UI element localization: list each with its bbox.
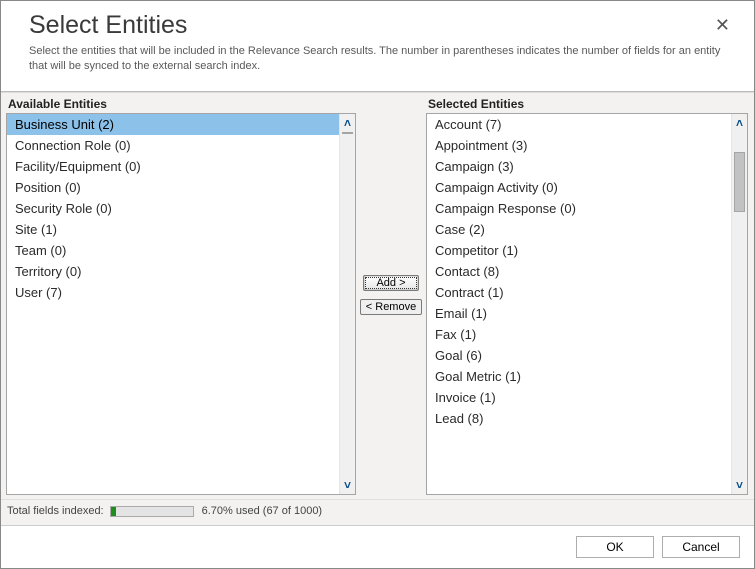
available-entities-label: Available Entities xyxy=(6,95,356,113)
list-item[interactable]: Goal (6) xyxy=(427,345,731,366)
list-item[interactable]: Security Role (0) xyxy=(7,198,339,219)
select-entities-dialog: ✕ Select Entities Select the entities th… xyxy=(0,0,755,569)
available-scrollbar[interactable]: ˄ ˅ xyxy=(339,114,355,494)
list-item[interactable]: Position (0) xyxy=(7,177,339,198)
dialog-body: Available Entities Business Unit (2)Conn… xyxy=(1,92,754,499)
ok-button[interactable]: OK xyxy=(576,536,654,558)
list-item[interactable]: Email (1) xyxy=(427,303,731,324)
transfer-buttons: Add > < Remove xyxy=(356,93,426,499)
scroll-track[interactable] xyxy=(340,132,355,476)
selected-entities-items: Account (7)Appointment (3)Campaign (3)Ca… xyxy=(427,114,731,494)
list-item[interactable]: Fax (1) xyxy=(427,324,731,345)
list-item[interactable]: Case (2) xyxy=(427,219,731,240)
list-item[interactable]: Site (1) xyxy=(7,219,339,240)
selected-column: Selected Entities Account (7)Appointment… xyxy=(426,93,754,499)
scroll-down-icon[interactable]: ˅ xyxy=(344,476,351,494)
list-item[interactable]: Lead (8) xyxy=(427,408,731,429)
scroll-track[interactable] xyxy=(732,132,747,476)
list-item[interactable]: Contact (8) xyxy=(427,261,731,282)
list-item[interactable]: User (7) xyxy=(7,282,339,303)
list-item[interactable]: Campaign (3) xyxy=(427,156,731,177)
available-entities-list[interactable]: Business Unit (2)Connection Role (0)Faci… xyxy=(6,113,356,495)
dialog-header: Select Entities Select the entities that… xyxy=(1,1,754,81)
list-item[interactable]: Contract (1) xyxy=(427,282,731,303)
scroll-thumb[interactable] xyxy=(734,152,745,212)
selected-scrollbar[interactable]: ˄ ˅ xyxy=(731,114,747,494)
progress-fill xyxy=(111,507,116,516)
available-entities-items: Business Unit (2)Connection Role (0)Faci… xyxy=(7,114,339,494)
list-item[interactable]: Account (7) xyxy=(427,114,731,135)
list-item[interactable]: Team (0) xyxy=(7,240,339,261)
indexed-progress xyxy=(110,506,194,517)
list-item[interactable]: Invoice (1) xyxy=(427,387,731,408)
list-item[interactable]: Territory (0) xyxy=(7,261,339,282)
list-item[interactable]: Appointment (3) xyxy=(427,135,731,156)
remove-button[interactable]: < Remove xyxy=(360,299,422,315)
list-item[interactable]: Campaign Response (0) xyxy=(427,198,731,219)
list-item[interactable]: Campaign Activity (0) xyxy=(427,177,731,198)
list-item[interactable]: Goal Metric (1) xyxy=(427,366,731,387)
list-item[interactable]: Facility/Equipment (0) xyxy=(7,156,339,177)
selected-entities-list[interactable]: Account (7)Appointment (3)Campaign (3)Ca… xyxy=(426,113,748,495)
list-item[interactable]: Connection Role (0) xyxy=(7,135,339,156)
status-label: Total fields indexed: xyxy=(7,505,104,517)
scroll-up-icon[interactable]: ˄ xyxy=(736,114,743,132)
selected-entities-label: Selected Entities xyxy=(426,95,748,113)
scroll-up-icon[interactable]: ˄ xyxy=(344,114,351,132)
available-column: Available Entities Business Unit (2)Conn… xyxy=(1,93,356,499)
add-button[interactable]: Add > xyxy=(363,275,419,291)
scroll-thumb[interactable] xyxy=(342,132,353,134)
dialog-footer: OK Cancel xyxy=(1,525,754,568)
status-bar: Total fields indexed: 6.70% used (67 of … xyxy=(1,499,754,525)
list-item[interactable]: Business Unit (2) xyxy=(7,114,339,135)
scroll-down-icon[interactable]: ˅ xyxy=(736,476,743,494)
dialog-title: Select Entities xyxy=(29,11,726,40)
list-item[interactable]: Competitor (1) xyxy=(427,240,731,261)
close-icon[interactable]: ✕ xyxy=(715,15,730,36)
status-percent-text: 6.70% used (67 of 1000) xyxy=(202,505,322,517)
dialog-description: Select the entities that will be include… xyxy=(29,44,726,75)
cancel-button[interactable]: Cancel xyxy=(662,536,740,558)
